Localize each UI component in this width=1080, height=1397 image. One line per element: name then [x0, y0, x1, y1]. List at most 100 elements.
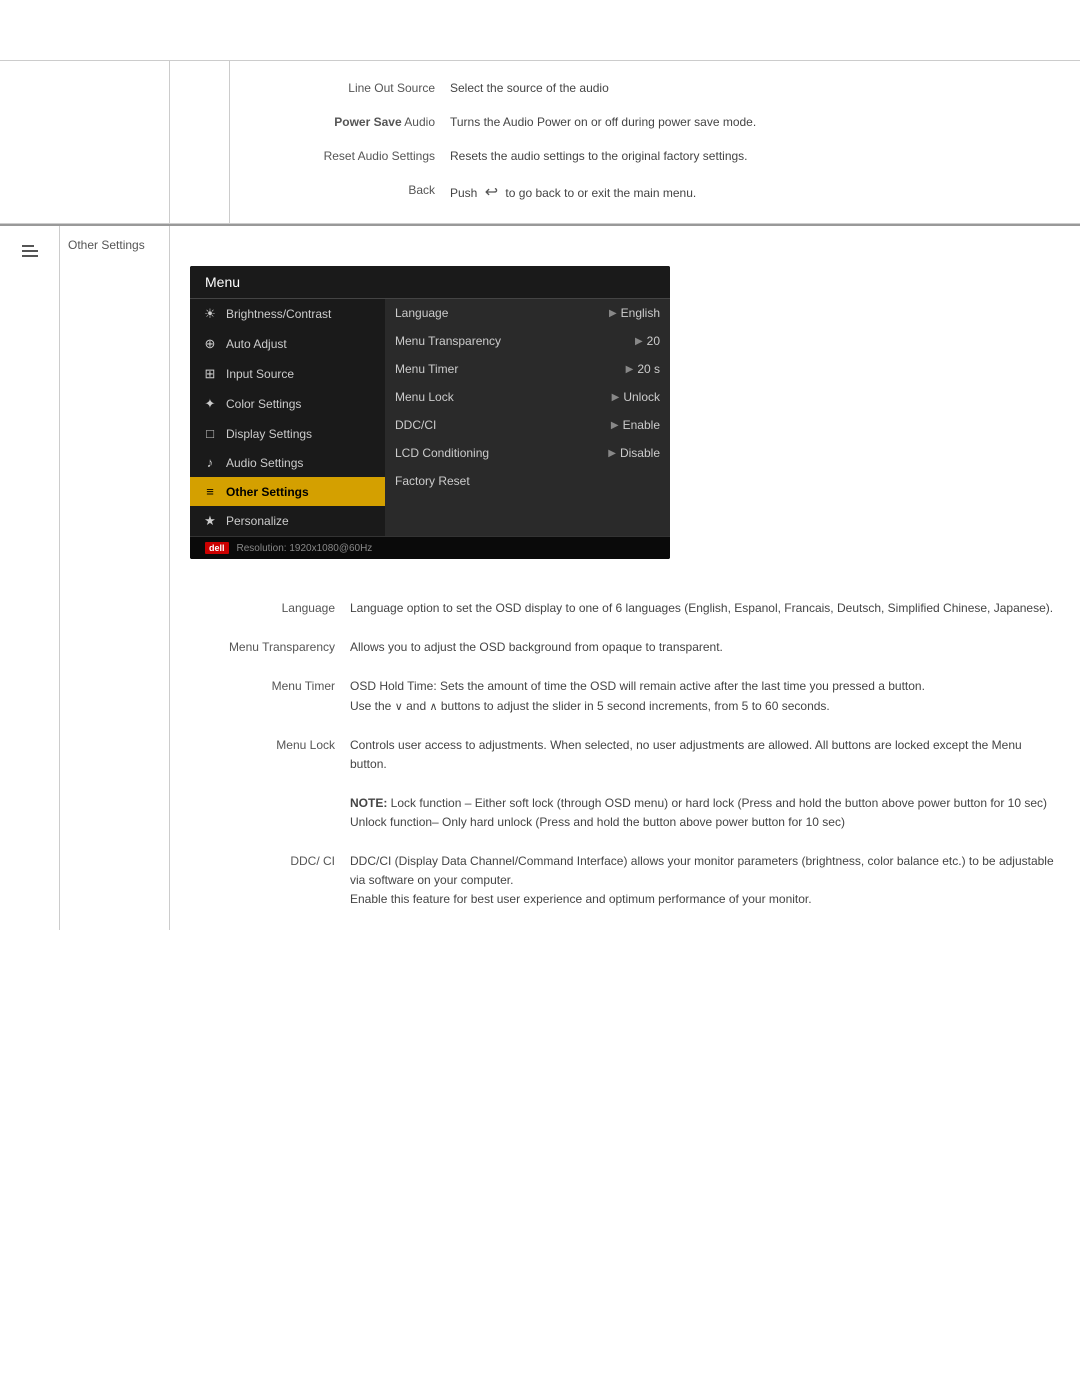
back-label: Back [250, 181, 450, 197]
osd-menu: Menu ☀ Brightness/Contrast ⊕ Auto Adjust [190, 266, 670, 559]
back-arrow-icon: ↩ [485, 181, 498, 205]
auto-adjust-icon: ⊕ [200, 336, 220, 352]
menu-timer-arrow: ▶ [626, 364, 634, 375]
menu-timer-desc-label: Menu Timer [190, 677, 350, 693]
desc-row-ddc-ci: DDC/ CI DDC/CI (Display Data Channel/Com… [190, 842, 1060, 920]
osd-right-panel: Language ▶ English Menu Transparency ▶ 2… [385, 299, 670, 536]
input-source-icon: ⊞ [200, 366, 220, 382]
ddc-ci-value: ▶ Enable [611, 418, 660, 432]
other-settings-label-col: Other Settings [60, 226, 170, 930]
menu-lock-desc-text: Controls user access to adjustments. Whe… [350, 736, 1060, 832]
other-settings-right: Menu ☀ Brightness/Contrast ⊕ Auto Adjust [170, 226, 1080, 930]
osd-menu-item-other-settings[interactable]: ≡ Other Settings [190, 477, 385, 506]
other-settings-section-label: Other Settings [68, 238, 145, 252]
osd-right-row-menu-lock: Menu Lock ▶ Unlock [385, 383, 670, 411]
menu-lock-desc-label: Menu Lock [190, 736, 350, 752]
audio-row-back: Back Push ↩ to go back to or exit the ma… [250, 173, 1060, 213]
desc-row-menu-lock: Menu Lock Controls user access to adjust… [190, 726, 1060, 842]
menu-transparency-value: ▶ 20 [635, 334, 660, 348]
osd-menu-input-source-label: Input Source [226, 367, 294, 381]
menu-lock-note: NOTE: [350, 796, 387, 810]
brightness-icon: ☀ [200, 306, 220, 322]
back-desc: Push ↩ to go back to or exit the main me… [450, 181, 1060, 205]
desc-row-menu-transparency: Menu Transparency Allows you to adjust t… [190, 628, 1060, 667]
reset-audio-desc: Resets the audio settings to the origina… [450, 147, 1060, 165]
osd-menu-item-audio-settings[interactable]: ♪ Audio Settings [190, 448, 385, 477]
audio-row-line-out: Line Out Source Select the source of the… [250, 71, 1060, 105]
osd-menu-auto-adjust-label: Auto Adjust [226, 337, 287, 351]
osd-menu-item-display-settings[interactable]: □ Display Settings [190, 419, 385, 448]
power-save-bold: Power Save [334, 115, 401, 129]
menu-timer-desc-text: OSD Hold Time: Sets the amount of time t… [350, 677, 1060, 716]
menu-transparency-desc-text: Allows you to adjust the OSD background … [350, 638, 1060, 657]
osd-right-row-menu-timer: Menu Timer ▶ 20 s [385, 355, 670, 383]
audio-settings-icon: ♪ [200, 455, 220, 470]
other-settings-section: Other Settings Menu ☀ Brightness/Contras… [0, 224, 1080, 930]
menu-transparency-arrow: ▶ [635, 336, 643, 347]
power-save-label: Power Save Audio [250, 113, 450, 129]
desc-section: Language Language option to set the OSD … [170, 579, 1080, 930]
audio-right-content: Line Out Source Select the source of the… [230, 61, 1080, 223]
lcd-conditioning-right-label: LCD Conditioning [395, 446, 489, 460]
menu-lock-arrow: ▶ [612, 392, 620, 403]
osd-menu-personalize-label: Personalize [226, 514, 289, 528]
osd-menu-color-settings-label: Color Settings [226, 397, 301, 411]
osd-menu-audio-settings-label: Audio Settings [226, 456, 303, 470]
ddc-ci-right-label: DDC/CI [395, 418, 436, 432]
menu-lock-value: ▶ Unlock [612, 390, 660, 404]
language-arrow: ▶ [609, 308, 617, 319]
menu-transparency-right-label: Menu Transparency [395, 334, 501, 348]
osd-resolution-text: Resolution: 1920x1080@60Hz [237, 543, 373, 554]
hamburger-line-1 [22, 245, 34, 247]
language-right-label: Language [395, 306, 448, 320]
down-arrow-icon: ∨ [395, 699, 403, 717]
lcd-conditioning-arrow: ▶ [608, 448, 616, 459]
hamburger-icon [18, 241, 42, 261]
power-save-desc: Turns the Audio Power on or off during p… [450, 113, 1060, 131]
osd-menu-other-settings-label: Other Settings [226, 485, 309, 499]
osd-menu-display-settings-label: Display Settings [226, 427, 312, 441]
osd-right-row-menu-transparency: Menu Transparency ▶ 20 [385, 327, 670, 355]
osd-left-panel: ☀ Brightness/Contrast ⊕ Auto Adjust ⊞ In… [190, 299, 385, 536]
osd-menu-item-color-settings[interactable]: ✦ Color Settings [190, 389, 385, 419]
language-desc-label: Language [190, 599, 350, 615]
osd-menu-body: ☀ Brightness/Contrast ⊕ Auto Adjust ⊞ In… [190, 299, 670, 536]
display-settings-icon: □ [200, 426, 220, 441]
hamburger-line-3 [22, 255, 38, 257]
ddc-ci-arrow: ▶ [611, 420, 619, 431]
other-settings-menu-icon: ≡ [200, 484, 220, 499]
page-wrapper: Line Out Source Select the source of the… [0, 0, 1080, 1397]
audio-section: Line Out Source Select the source of the… [0, 60, 1080, 224]
hamburger-line-2 [22, 250, 38, 252]
color-settings-icon: ✦ [200, 396, 220, 412]
osd-menu-title: Menu [190, 266, 670, 299]
audio-left-col [0, 61, 170, 223]
audio-row-power-save: Power Save Audio Turns the Audio Power o… [250, 105, 1060, 139]
lcd-conditioning-value: ▶ Disable [608, 446, 660, 460]
osd-right-row-language: Language ▶ English [385, 299, 670, 327]
personalize-icon: ★ [200, 513, 220, 529]
osd-menu-item-input-source[interactable]: ⊞ Input Source [190, 359, 385, 389]
osd-menu-item-personalize[interactable]: ★ Personalize [190, 506, 385, 536]
menu-transparency-desc-label: Menu Transparency [190, 638, 350, 654]
audio-row-reset: Reset Audio Settings Resets the audio se… [250, 139, 1060, 173]
ddc-ci-desc-label: DDC/ CI [190, 852, 350, 868]
osd-menu-item-brightness[interactable]: ☀ Brightness/Contrast [190, 299, 385, 329]
audio-icon-col [170, 61, 230, 223]
language-desc-text: Language option to set the OSD display t… [350, 599, 1060, 618]
osd-menu-brightness-label: Brightness/Contrast [226, 307, 331, 321]
menu-timer-right-label: Menu Timer [395, 362, 458, 376]
desc-row-language: Language Language option to set the OSD … [190, 589, 1060, 628]
audio-table: Line Out Source Select the source of the… [250, 71, 1060, 213]
menu-lock-right-label: Menu Lock [395, 390, 454, 404]
language-value: ▶ English [609, 306, 660, 320]
osd-footer: dell Resolution: 1920x1080@60Hz [190, 536, 670, 559]
other-settings-icon-col [0, 226, 60, 930]
osd-menu-item-auto-adjust[interactable]: ⊕ Auto Adjust [190, 329, 385, 359]
osd-right-row-ddc-ci: DDC/CI ▶ Enable [385, 411, 670, 439]
factory-reset-right-label: Factory Reset [395, 474, 470, 488]
ddc-ci-desc-text: DDC/CI (Display Data Channel/Command Int… [350, 852, 1060, 910]
line-out-source-label: Line Out Source [250, 79, 450, 95]
osd-right-row-factory-reset: Factory Reset [385, 467, 670, 495]
line-out-source-desc: Select the source of the audio [450, 79, 1060, 97]
